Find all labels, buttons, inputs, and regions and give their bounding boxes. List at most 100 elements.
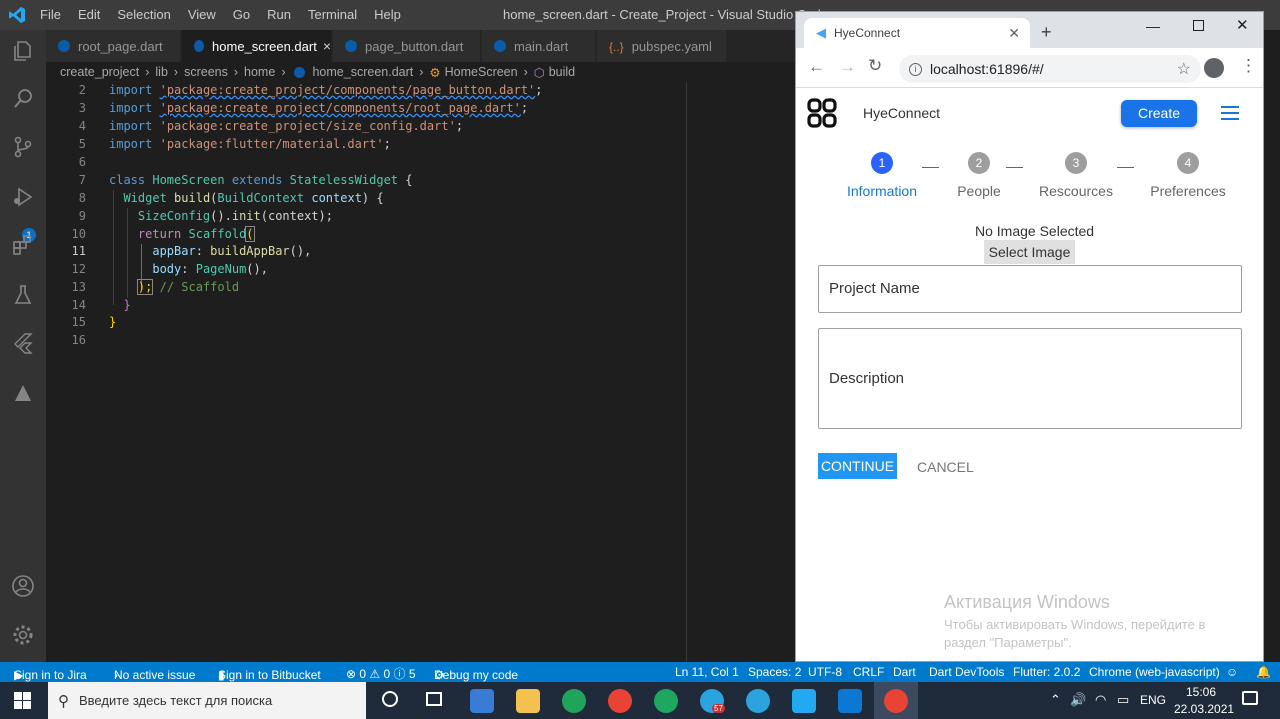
windows-start-icon[interactable] [14,692,31,709]
tab-page-button[interactable]: page_button.dart [333,30,481,62]
breadcrumb-item[interactable]: lib [155,65,168,79]
reload-icon[interactable]: ↻ [868,56,882,76]
cursor-position[interactable]: Ln 11, Col 1 [675,665,739,679]
account-icon[interactable] [10,573,36,599]
extensions-icon[interactable] [10,232,36,258]
step-resources[interactable]: 3 Rescources [1036,152,1116,199]
hamburger-menu-icon[interactable] [1221,106,1239,120]
cancel-button[interactable]: CANCEL [917,459,974,475]
step-number: 4 [1177,152,1199,174]
menu-help[interactable]: Help [374,7,401,22]
bookmark-star-icon[interactable]: ☆ [1177,59,1191,79]
create-button[interactable]: Create [1121,100,1197,127]
clock-date[interactable]: 22.03.2021 [1174,702,1234,716]
search-icon[interactable] [10,86,36,112]
step-connector [922,167,939,168]
close-tab-icon[interactable]: ✕ [1008,25,1020,42]
atlassian-icon[interactable] [10,380,36,406]
tab-root-page[interactable]: root_page.dart [46,30,181,62]
maximize-icon[interactable] [1193,20,1204,31]
menu-edit[interactable]: Edit [78,7,100,22]
notification-center-icon[interactable] [1242,691,1258,705]
line-ending[interactable]: CRLF [853,665,884,679]
menu-selection[interactable]: Selection [117,7,170,22]
breadcrumb-item[interactable]: HomeScreen [445,65,518,79]
menu-terminal[interactable]: Terminal [308,7,357,22]
back-arrow-icon[interactable]: ← [808,57,825,77]
code-line-current: appBar: buildAppBar(), [152,244,312,258]
wifi-icon[interactable]: ◠ [1095,692,1106,708]
indentation[interactable]: Spaces: 2 [748,665,801,679]
target-device[interactable]: Chrome (web-javascript) [1089,665,1220,679]
step-people[interactable]: 2 People [951,152,1007,199]
edge-browser-icon[interactable] [562,689,586,713]
chrome-taskbar-icon[interactable] [884,689,908,713]
close-window-icon[interactable]: ✕ [1236,16,1249,34]
flutter-icon[interactable] [10,330,36,356]
run-debug-icon[interactable] [10,184,36,210]
encoding[interactable]: UTF-8 [808,665,842,679]
menu-go[interactable]: Go [233,7,250,22]
new-tab-icon[interactable]: + [1041,23,1052,41]
close-tab-icon[interactable]: × [323,38,331,54]
breadcrumb-item[interactable]: create_project [60,65,139,79]
photos-app-icon[interactable] [838,689,862,713]
tab-main[interactable]: main.dart [482,30,596,62]
breadcrumb-item[interactable]: home [244,65,275,79]
chrome-menu-icon[interactable]: ⋮ [1240,57,1257,75]
url-text: localhost:61896/#/ [930,61,1044,77]
menu-bar: File Edit Selection View Go Run Terminal… [40,7,418,22]
chat-icon[interactable]: ▭ [1117,692,1129,708]
file-explorer-icon[interactable] [516,689,540,713]
source-control-icon[interactable] [10,134,36,160]
problems-status[interactable]: ⊗ 0 ⚠ 0 ⓘ 5 [346,665,416,682]
breadcrumb-item[interactable]: screens [184,65,228,79]
tab-home-screen[interactable]: home_screen.dart × [182,30,332,62]
dart-devtools[interactable]: Dart DevTools [929,665,1004,679]
cortana-icon[interactable] [382,691,398,707]
profile-avatar-icon[interactable] [1204,58,1224,78]
menu-file[interactable]: File [40,7,61,22]
clock-time[interactable]: 15:06 [1186,685,1216,699]
explorer-icon[interactable] [10,38,36,64]
taskbar-search[interactable]: ⚲ Введите здесь текст для поиска [48,682,366,719]
telegram-desktop-icon[interactable] [746,689,770,713]
feedback-icon[interactable]: ☺ [1226,665,1238,679]
forward-arrow-icon[interactable]: → [839,57,856,77]
tray-up-arrow-icon[interactable]: ⌃ [1050,692,1061,708]
line-number: 13 [71,280,86,294]
project-name-input[interactable]: Project Name [818,265,1242,313]
code-editor[interactable]: 2 3 4 5 6 7 8 9 10 11 12 13 14 15 16 imp… [46,82,795,662]
menu-view[interactable]: View [188,7,216,22]
input-language[interactable]: ENG [1140,693,1166,707]
description-input[interactable]: Description [818,328,1242,429]
language-mode[interactable]: Dart [893,665,916,679]
task-view-icon[interactable] [426,692,442,706]
vscode-taskbar-icon[interactable] [792,689,816,713]
volume-icon[interactable]: 🔊 [1070,692,1086,708]
continue-button[interactable]: CONTINUE [818,453,897,479]
address-bar[interactable]: i localhost:61896/#/ ☆ [899,55,1201,83]
step-information[interactable]: 1 Information [846,152,918,199]
testing-flask-icon[interactable] [10,282,36,308]
flutter-version[interactable]: Flutter: 2.0.2 [1013,665,1080,679]
chevron-right-icon: › [419,65,424,79]
step-connector [1006,167,1023,168]
chevron-right-icon: › [173,65,179,79]
chrome-app-icon[interactable] [608,689,632,713]
minimize-icon[interactable]: — [1146,18,1160,34]
breadcrumb-item[interactable]: build [549,65,575,79]
tab-pubspec[interactable]: {..} pubspec.yaml [597,30,727,62]
notifications-bell-icon[interactable]: 🔔 [1256,665,1271,679]
menu-run[interactable]: Run [267,7,291,22]
settings-gear-icon[interactable] [10,622,36,648]
select-image-button[interactable]: Select Image [984,240,1075,264]
chrome-tab[interactable]: ◀ HyeConnect ✕ [804,18,1030,48]
line-number: 12 [71,262,86,276]
step-preferences[interactable]: 4 Preferences [1146,152,1230,199]
store-app-icon[interactable] [470,689,494,713]
green-app-icon[interactable] [654,689,678,713]
no-image-text: No Image Selected [975,223,1095,239]
code-line: } [109,315,117,329]
breadcrumb-item[interactable]: home_screen.dart [312,65,413,79]
